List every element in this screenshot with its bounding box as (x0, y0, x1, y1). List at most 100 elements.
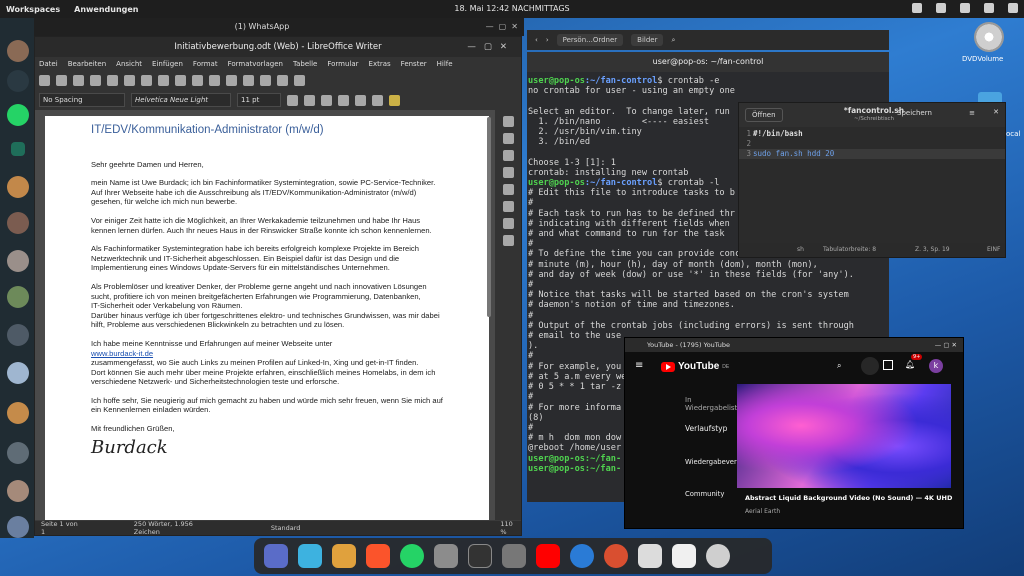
strikethrough-icon[interactable] (338, 94, 349, 106)
chart-icon[interactable] (277, 74, 288, 86)
save-icon[interactable] (73, 74, 84, 86)
writer-dock-icon[interactable] (638, 544, 662, 568)
new-icon[interactable] (39, 74, 50, 86)
sidebar-item[interactable]: Verlaufstyp (685, 424, 727, 433)
volume-icon[interactable] (984, 3, 994, 13)
save-button[interactable]: Speichern (897, 109, 932, 117)
redshift-dock-icon[interactable] (604, 544, 628, 568)
back-icon[interactable]: ‹ (535, 36, 538, 44)
terminal-dock-icon[interactable] (468, 544, 492, 568)
dropbox-icon[interactable] (912, 3, 922, 13)
find-icon[interactable] (209, 74, 220, 86)
gallery-icon[interactable] (502, 150, 514, 161)
language-select[interactable]: sh (797, 246, 804, 253)
text-editor-dock-icon[interactable] (672, 544, 696, 568)
menu-item[interactable]: Extras (369, 60, 391, 68)
menu-item[interactable]: Bearbeiten (68, 60, 106, 68)
breadcrumb-item[interactable]: Bilder (631, 34, 664, 46)
tab-width-select[interactable]: Tabulatorbreite: 8 (823, 246, 876, 253)
avatar[interactable] (7, 402, 29, 424)
group-icon[interactable] (7, 442, 29, 464)
avatar[interactable] (7, 324, 29, 346)
menu-item[interactable]: Format (193, 60, 218, 68)
navigator-icon[interactable] (502, 167, 514, 178)
file-manager-dock-icon[interactable] (434, 544, 458, 568)
open-icon[interactable] (56, 74, 67, 86)
workspaces-dock-icon[interactable] (264, 544, 288, 568)
app-grid-dock-icon[interactable] (332, 544, 356, 568)
microphone-icon[interactable] (861, 357, 879, 375)
status-icon[interactable] (7, 104, 29, 126)
search-icon[interactable]: ⌕ (837, 361, 841, 371)
italic-icon[interactable] (304, 94, 315, 106)
page-icon[interactable] (502, 184, 514, 195)
cut-icon[interactable] (124, 74, 135, 86)
browser-tab[interactable]: YouTube - (1795) YouTube — ▢ ✕ (625, 338, 963, 352)
avatar[interactable] (7, 480, 29, 502)
paragraph-style-select[interactable]: No Spacing (39, 93, 125, 107)
forward-icon[interactable]: › (546, 36, 549, 44)
avatar[interactable] (7, 286, 29, 308)
table-icon[interactable] (243, 74, 254, 86)
design-icon[interactable] (502, 235, 514, 246)
sidebar-item[interactable]: Community (685, 490, 724, 498)
dvd-dock-icon[interactable] (706, 544, 730, 568)
breadcrumb-item[interactable]: Persön...Ordner (556, 34, 624, 46)
power-icon[interactable] (1008, 3, 1018, 13)
sidebar-item[interactable]: In Wiedergabeliste (685, 396, 742, 412)
zoom-level[interactable]: 110 % (500, 520, 521, 536)
menu-item[interactable]: Datei (39, 60, 58, 68)
archive-icon[interactable] (11, 142, 25, 156)
hamburger-menu-icon[interactable]: ≡ (635, 360, 643, 371)
menu-item[interactable]: Ansicht (116, 60, 142, 68)
open-button[interactable]: Öffnen (745, 108, 783, 122)
close-icon[interactable]: ✕ (993, 108, 999, 116)
settings-dock-icon[interactable] (502, 544, 526, 568)
superscript-icon[interactable] (355, 94, 366, 106)
channel-name[interactable]: Aerial Earth (745, 508, 780, 515)
files-dock-icon[interactable] (298, 544, 322, 568)
menu-item[interactable]: Formular (327, 60, 358, 68)
window-controls[interactable]: —▢✕ (467, 37, 515, 57)
equalizer-dock-icon[interactable] (570, 544, 594, 568)
special-char-icon[interactable] (294, 74, 305, 86)
properties-icon[interactable] (502, 116, 514, 127)
create-icon[interactable] (883, 360, 893, 370)
underline-icon[interactable] (321, 94, 332, 106)
search-icon[interactable]: ⌕ (671, 36, 675, 45)
window-controls[interactable]: — ▢ ✕ (486, 18, 518, 36)
video-title[interactable]: Abstract Liquid Background Video (No Sou… (745, 494, 955, 502)
style-inspector-icon[interactable] (502, 201, 514, 212)
font-color-icon[interactable] (372, 94, 383, 106)
paste-icon[interactable] (158, 74, 169, 86)
workspaces-button[interactable]: Workspaces (6, 5, 60, 14)
font-name-select[interactable]: Helvetica Neue Light (131, 93, 231, 107)
avatar[interactable] (7, 40, 29, 62)
bold-icon[interactable] (287, 94, 298, 106)
dvd-volume-icon[interactable] (974, 22, 1004, 52)
avatar[interactable] (7, 212, 29, 234)
video-thumbnail[interactable] (737, 384, 951, 488)
copy-icon[interactable] (141, 74, 152, 86)
applications-button[interactable]: Anwendungen (74, 5, 138, 14)
youtube-logo[interactable]: YouTube DE (661, 361, 729, 372)
website-link[interactable]: www.burdack-it.de (91, 349, 153, 358)
highlight-icon[interactable] (389, 94, 400, 106)
avatar[interactable]: k (929, 359, 943, 373)
export-pdf-icon[interactable] (90, 74, 101, 86)
undo-icon[interactable] (175, 74, 186, 86)
scrollbar[interactable] (487, 117, 491, 317)
spellcheck-icon[interactable] (226, 74, 237, 86)
redo-icon[interactable] (192, 74, 203, 86)
menu-item[interactable]: Tabelle (293, 60, 317, 68)
youtube-dock-icon[interactable] (536, 544, 560, 568)
styles-icon[interactable] (502, 133, 514, 144)
menu-item[interactable]: Einfügen (152, 60, 183, 68)
menu-item[interactable]: Fenster (401, 60, 427, 68)
search-icon[interactable] (7, 70, 29, 92)
print-icon[interactable] (107, 74, 118, 86)
avatar[interactable] (7, 250, 29, 272)
avatar[interactable] (7, 176, 29, 198)
wifi-icon[interactable] (960, 3, 970, 13)
document-page[interactable]: IT/EDV/Kommunikation-Administrator (m/w/… (45, 116, 489, 520)
